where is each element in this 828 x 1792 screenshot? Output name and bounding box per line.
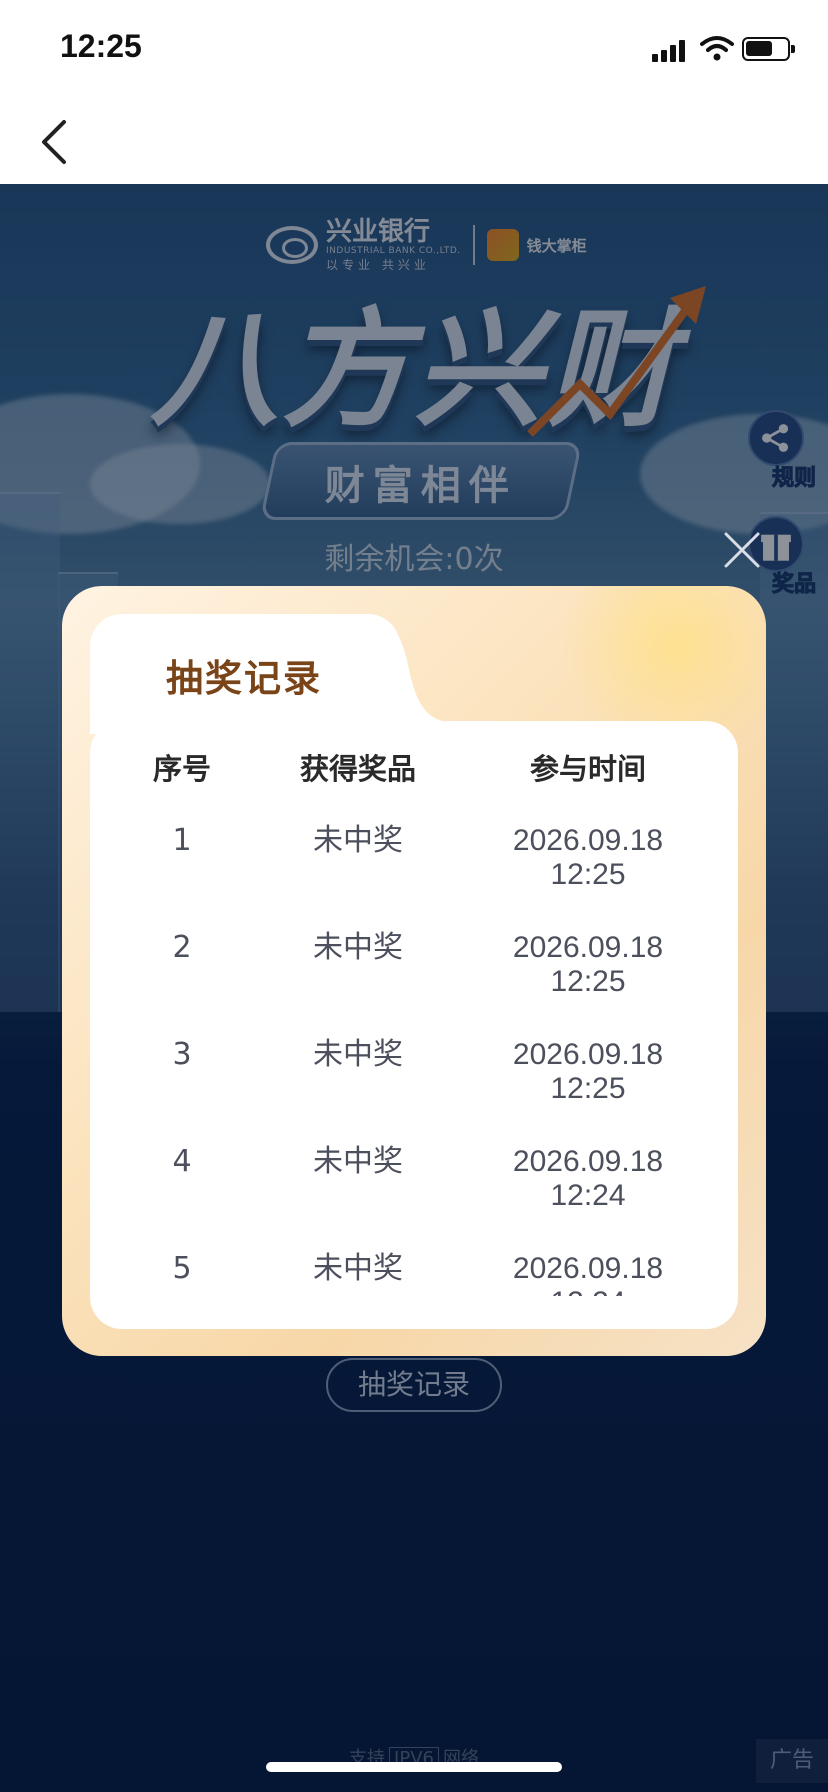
close-icon[interactable] <box>720 528 764 572</box>
row-time: 2026.09.18 12:25 <box>462 824 714 931</box>
modal-title: 抽奖记录 <box>166 657 322 700</box>
column-header-time: 参与时间 <box>529 752 646 786</box>
modal-tab-curve <box>362 614 452 722</box>
row-index: 5 <box>172 1251 192 1286</box>
row-prize: 未中奖 <box>313 930 403 965</box>
row-index: 4 <box>172 1144 192 1179</box>
signal-icon <box>652 38 688 62</box>
nav-bar <box>0 100 828 184</box>
records-list[interactable]: 1 未中奖 2026.09.18 12:25 2 未中奖 2026.09.18 12… <box>90 824 738 1296</box>
row-index: 3 <box>172 1037 192 1072</box>
column-header-index: 序号 <box>152 752 211 786</box>
row-clock: 12:25 <box>550 965 626 998</box>
wifi-icon <box>700 36 734 61</box>
table-row: 4 未中奖 2026.09.18 12:24 <box>90 1145 738 1252</box>
column-header-prize: 获得奖品 <box>299 752 416 786</box>
row-date: 2026.09.18 <box>512 824 664 857</box>
draw-records-modal: 抽奖记录 序号 获得奖品 参与时间 1 未中奖 2026.09.18 12:25 … <box>62 586 766 1356</box>
table-row: 3 未中奖 2026.09.18 12:25 <box>90 1038 738 1145</box>
row-index: 1 <box>172 824 192 858</box>
row-clock: 12:24 <box>550 1179 626 1212</box>
row-date: 2026.09.18 <box>512 1038 664 1071</box>
table-row: 1 未中奖 2026.09.18 12:25 <box>90 824 738 931</box>
row-prize: 未中奖 <box>313 824 403 858</box>
row-prize: 未中奖 <box>313 1037 403 1072</box>
row-clock: 12:25 <box>550 1072 626 1105</box>
row-clock: 12:24 <box>462 1286 714 1296</box>
table-row: 5 未中奖 2026.09.1812:24 <box>90 1251 738 1297</box>
records-table-header: 序号 获得奖品 参与时间 <box>90 746 738 790</box>
row-prize: 未中奖 <box>313 1251 403 1286</box>
row-time: 2026.09.18 12:25 <box>462 931 714 1038</box>
back-arrow-icon[interactable] <box>36 118 76 166</box>
battery-icon <box>742 37 795 61</box>
row-date: 2026.09.18 <box>512 1252 664 1285</box>
row-time: 2026.09.1812:24 <box>462 1145 714 1252</box>
row-date: 2026.09.18 <box>512 1145 664 1178</box>
row-prize: 未中奖 <box>313 1144 403 1179</box>
row-date: 2026.09.18 <box>512 931 664 964</box>
row-time: 2026.09.1812:24 <box>462 1252 714 1296</box>
row-clock: 12:25 <box>550 858 626 891</box>
row-time: 2026.09.18 12:25 <box>462 1038 714 1145</box>
home-indicator[interactable] <box>266 1762 562 1772</box>
status-time: 12:25 <box>60 28 142 64</box>
row-index: 2 <box>172 930 192 965</box>
status-bar: 12:25 <box>0 0 828 100</box>
table-row: 2 未中奖 2026.09.18 12:25 <box>90 931 738 1038</box>
